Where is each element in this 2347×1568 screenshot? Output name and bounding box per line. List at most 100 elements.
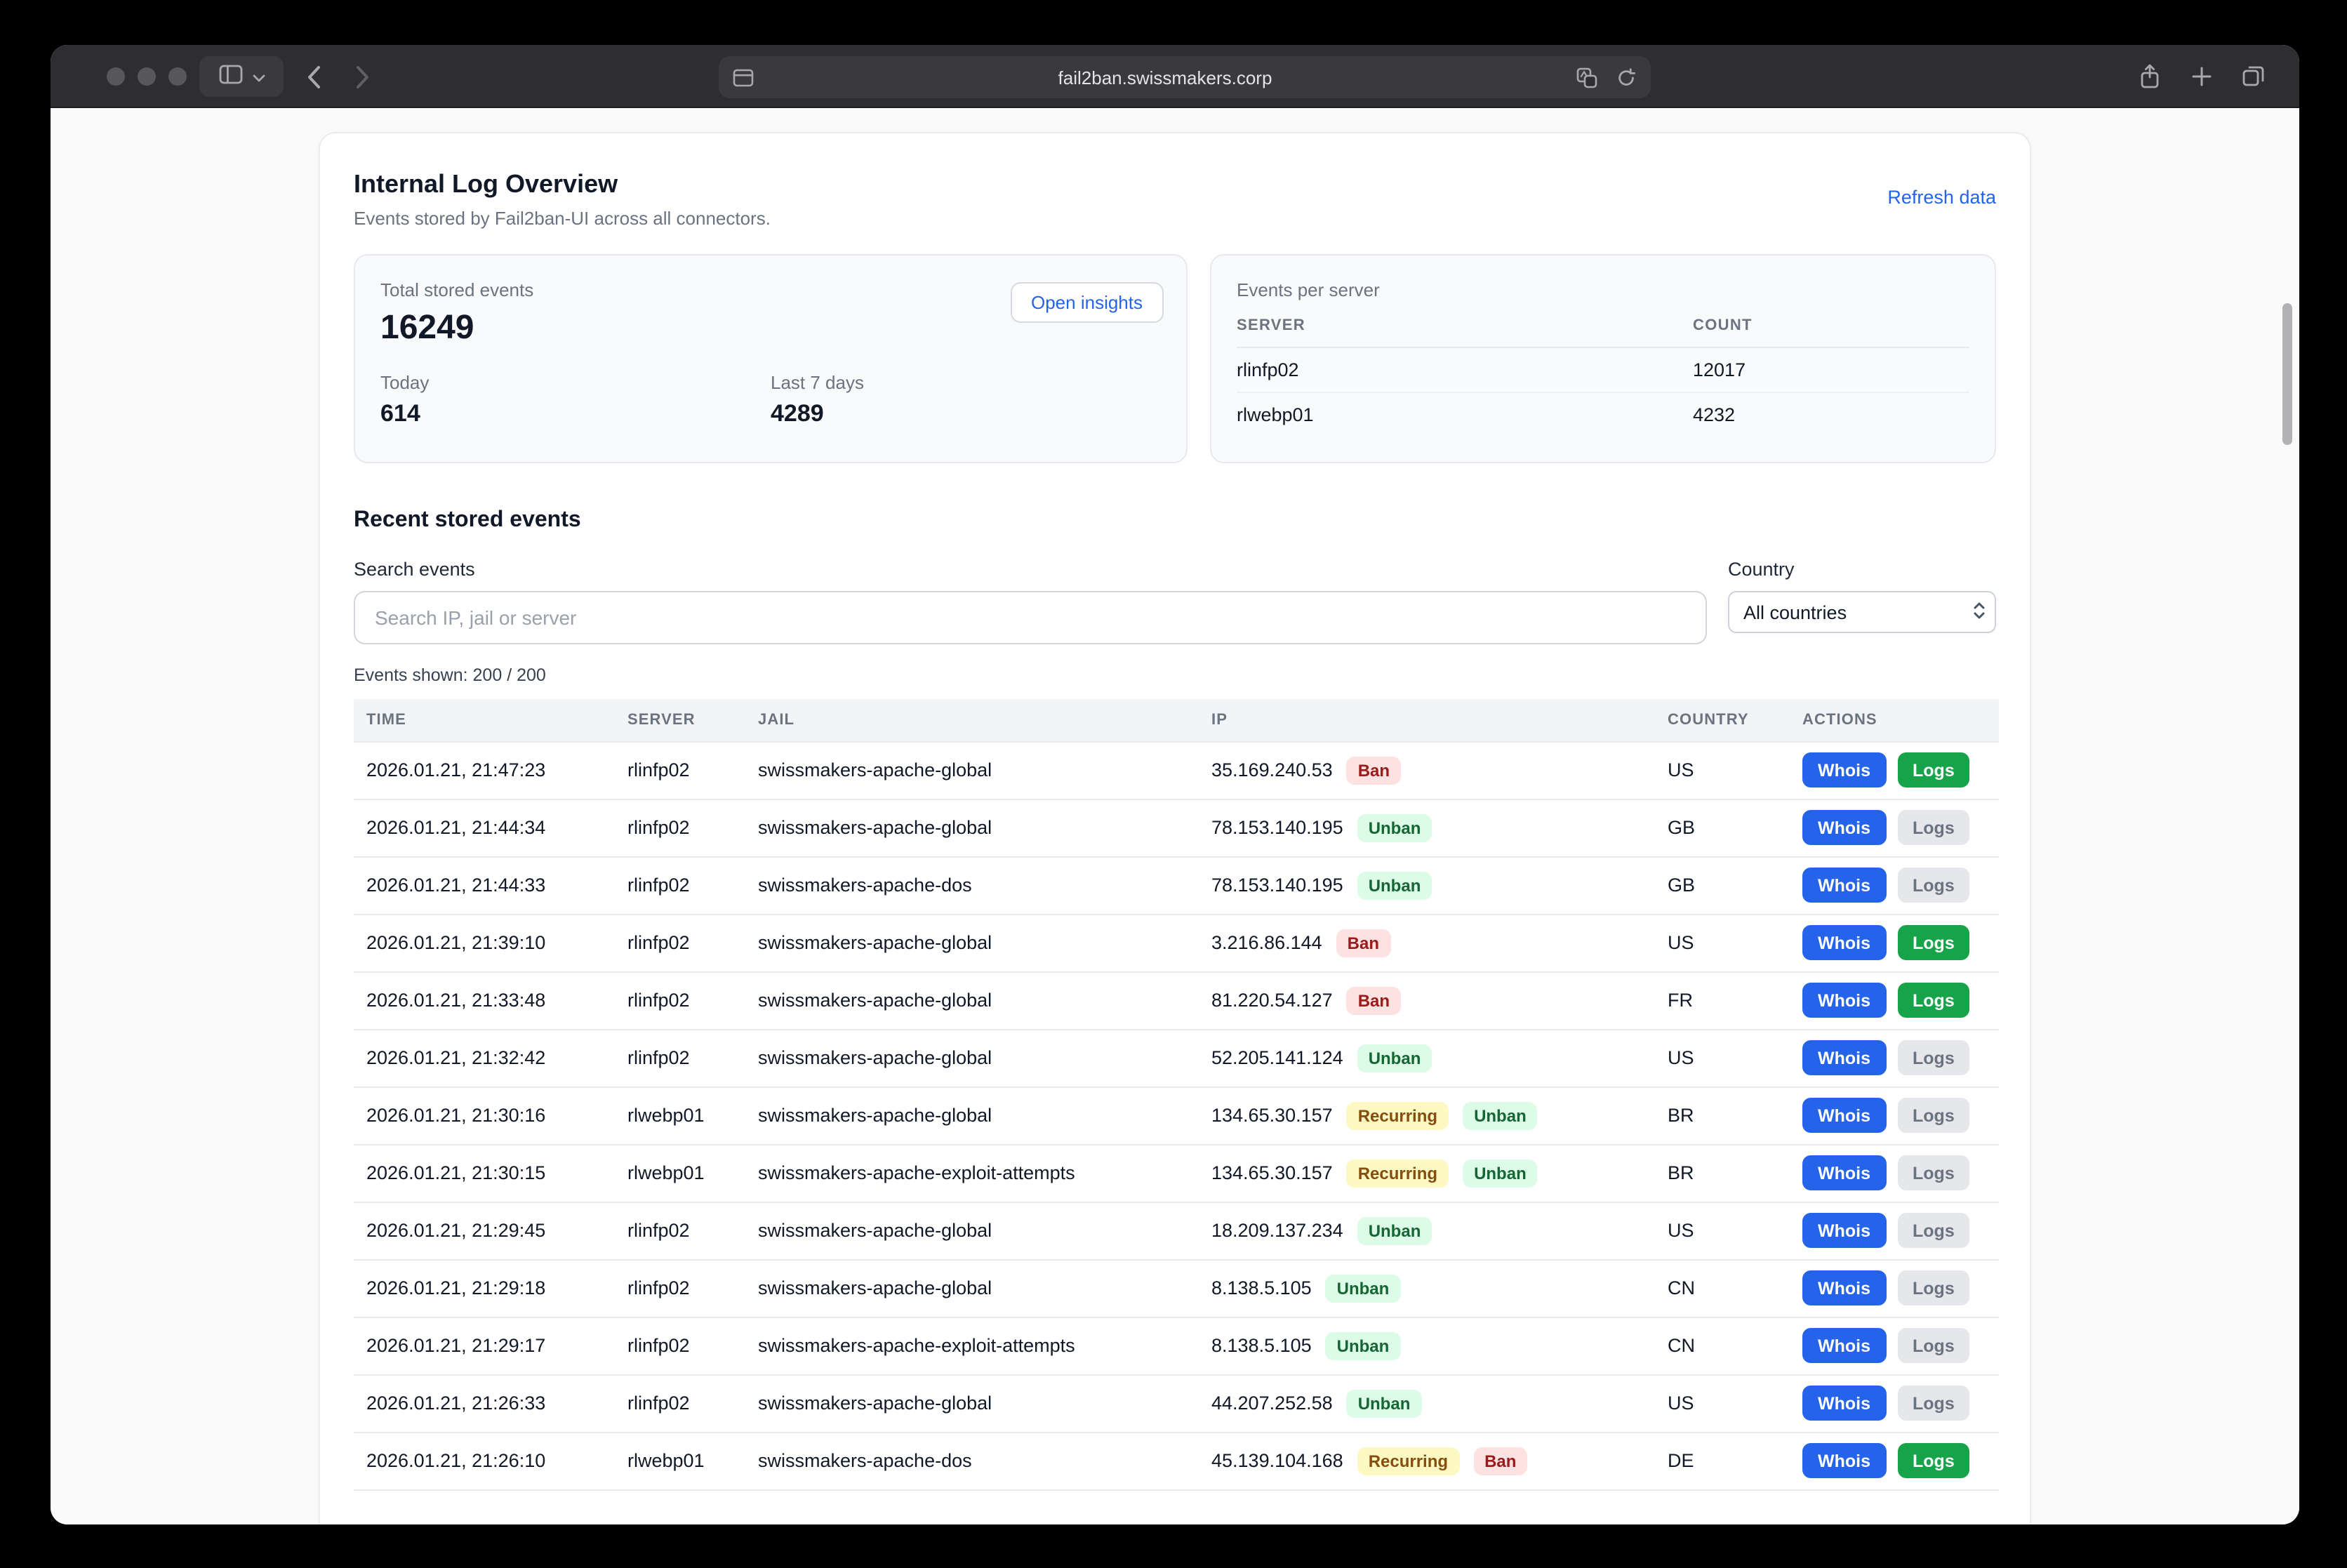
event-row: 2026.01.21, 21:29:45rlinfp02swissmakers-… bbox=[354, 1202, 1999, 1259]
event-actions-cell: Whois Logs bbox=[1802, 1202, 1999, 1259]
event-server-cell: rlinfp02 bbox=[627, 1259, 758, 1317]
event-ip: 18.209.137.234 bbox=[1211, 1220, 1343, 1241]
event-jail-cell: swissmakers-apache-global bbox=[758, 1029, 1211, 1087]
whois-button[interactable]: Whois bbox=[1802, 752, 1886, 788]
event-ip-cell: 45.139.104.168RecurringBan bbox=[1211, 1432, 1668, 1489]
event-server-cell: rlinfp02 bbox=[627, 914, 758, 971]
event-ip: 134.65.30.157 bbox=[1211, 1105, 1333, 1126]
event-country-cell: DE bbox=[1668, 1432, 1802, 1489]
logs-button[interactable]: Logs bbox=[1897, 868, 1970, 903]
logs-button[interactable]: Logs bbox=[1897, 1386, 1970, 1421]
share-icon[interactable] bbox=[2138, 63, 2162, 90]
close-button[interactable] bbox=[107, 67, 125, 86]
whois-button[interactable]: Whois bbox=[1802, 1328, 1886, 1363]
logs-button[interactable]: Logs bbox=[1897, 1040, 1970, 1075]
event-server-cell: rlwebp01 bbox=[627, 1087, 758, 1144]
event-jail-cell: swissmakers-apache-dos bbox=[758, 1432, 1211, 1489]
event-actions-cell: Whois Logs bbox=[1802, 1317, 1999, 1374]
chevron-down-icon bbox=[252, 66, 265, 87]
sidebar-icon bbox=[218, 65, 242, 88]
minimize-button[interactable] bbox=[138, 67, 156, 86]
today-value: 614 bbox=[380, 400, 771, 428]
event-country-cell: FR bbox=[1668, 971, 1802, 1029]
new-tab-icon[interactable] bbox=[2191, 66, 2212, 87]
zoom-button[interactable] bbox=[168, 67, 187, 86]
whois-button[interactable]: Whois bbox=[1802, 1386, 1886, 1421]
event-row: 2026.01.21, 21:30:16rlwebp01swissmakers-… bbox=[354, 1087, 1999, 1144]
event-row: 2026.01.21, 21:32:42rlinfp02swissmakers-… bbox=[354, 1029, 1999, 1087]
sidebar-toggle-button[interactable] bbox=[199, 56, 284, 97]
translate-icon[interactable] bbox=[1576, 67, 1597, 88]
event-country-cell: US bbox=[1668, 1374, 1802, 1432]
address-bar[interactable]: fail2ban.swissmakers.corp bbox=[719, 56, 1651, 98]
whois-button[interactable]: Whois bbox=[1802, 1155, 1886, 1190]
forward-button[interactable] bbox=[355, 64, 371, 89]
logs-button[interactable]: Logs bbox=[1897, 752, 1970, 788]
open-insights-button[interactable]: Open insights bbox=[1010, 282, 1164, 323]
event-time-cell: 2026.01.21, 21:39:10 bbox=[354, 914, 627, 971]
whois-button[interactable]: Whois bbox=[1802, 925, 1886, 960]
logs-button[interactable]: Logs bbox=[1897, 925, 1970, 960]
scrollbar-thumb[interactable] bbox=[2282, 303, 2292, 445]
event-ip-cell: 3.216.86.144Ban bbox=[1211, 914, 1668, 971]
whois-button[interactable]: Whois bbox=[1802, 1098, 1886, 1133]
event-ip: 78.153.140.195 bbox=[1211, 817, 1343, 838]
event-ip-cell: 8.138.5.105Unban bbox=[1211, 1259, 1668, 1317]
event-actions-cell: Whois Logs bbox=[1802, 1259, 1999, 1317]
status-badge-recurring: Recurring bbox=[1347, 1159, 1449, 1187]
logs-button[interactable]: Logs bbox=[1897, 1098, 1970, 1133]
event-jail-cell: swissmakers-apache-global bbox=[758, 1202, 1211, 1259]
event-jail-cell: swissmakers-apache-exploit-attempts bbox=[758, 1144, 1211, 1202]
whois-button[interactable]: Whois bbox=[1802, 868, 1886, 903]
server-count-table: SERVER COUNT rlinfp02 12017 rlwebp01 423… bbox=[1237, 317, 1969, 437]
back-button[interactable] bbox=[306, 64, 321, 89]
whois-button[interactable]: Whois bbox=[1802, 983, 1886, 1018]
count-column-header: COUNT bbox=[1693, 317, 1969, 334]
search-input[interactable] bbox=[354, 591, 1707, 644]
whois-button[interactable]: Whois bbox=[1802, 1443, 1886, 1478]
logs-button[interactable]: Logs bbox=[1897, 983, 1970, 1018]
events-table-header-row: TIME SERVER JAIL IP COUNTRY ACTIONS bbox=[354, 699, 1999, 741]
status-badge-unban: Unban bbox=[1357, 813, 1432, 842]
whois-button[interactable]: Whois bbox=[1802, 810, 1886, 845]
logs-button[interactable]: Logs bbox=[1897, 1443, 1970, 1478]
week-value: 4289 bbox=[771, 400, 1161, 428]
status-badge-unban: Unban bbox=[1357, 871, 1432, 899]
country-select[interactable]: All countries bbox=[1728, 591, 1996, 633]
reload-icon[interactable] bbox=[1616, 67, 1637, 88]
event-ip: 45.139.104.168 bbox=[1211, 1450, 1343, 1471]
refresh-data-link[interactable]: Refresh data bbox=[1887, 187, 1996, 208]
events-table: TIME SERVER JAIL IP COUNTRY ACTIONS 2026… bbox=[354, 699, 1999, 1490]
event-actions-cell: Whois Logs bbox=[1802, 971, 1999, 1029]
whois-button[interactable]: Whois bbox=[1802, 1040, 1886, 1075]
whois-button[interactable]: Whois bbox=[1802, 1213, 1886, 1248]
event-jail-cell: swissmakers-apache-global bbox=[758, 799, 1211, 856]
event-actions-cell: Whois Logs bbox=[1802, 1144, 1999, 1202]
week-label: Last 7 days bbox=[771, 372, 1161, 393]
event-actions-cell: Whois Logs bbox=[1802, 741, 1999, 799]
event-server-cell: rlinfp02 bbox=[627, 799, 758, 856]
status-badge-unban: Unban bbox=[1326, 1331, 1401, 1360]
event-ip: 35.169.240.53 bbox=[1211, 759, 1333, 780]
event-jail-cell: swissmakers-apache-dos bbox=[758, 856, 1211, 914]
tab-overview-icon[interactable] bbox=[2242, 65, 2266, 88]
logs-button[interactable]: Logs bbox=[1897, 1328, 1970, 1363]
status-badge-unban: Unban bbox=[1357, 1044, 1432, 1072]
logs-button[interactable]: Logs bbox=[1897, 1213, 1970, 1248]
event-row: 2026.01.21, 21:29:18rlinfp02swissmakers-… bbox=[354, 1259, 1999, 1317]
main-panel: Internal Log Overview Events stored by F… bbox=[319, 132, 2031, 1524]
logs-button[interactable]: Logs bbox=[1897, 1270, 1970, 1305]
event-actions-cell: Whois Logs bbox=[1802, 799, 1999, 856]
event-time-cell: 2026.01.21, 21:33:48 bbox=[354, 971, 627, 1029]
col-header-server: SERVER bbox=[627, 699, 758, 741]
event-server-cell: rlinfp02 bbox=[627, 1202, 758, 1259]
whois-button[interactable]: Whois bbox=[1802, 1270, 1886, 1305]
event-ip-cell: 35.169.240.53Ban bbox=[1211, 741, 1668, 799]
server-column-header: SERVER bbox=[1237, 317, 1693, 334]
event-time-cell: 2026.01.21, 21:29:18 bbox=[354, 1259, 627, 1317]
logs-button[interactable]: Logs bbox=[1897, 810, 1970, 845]
event-row: 2026.01.21, 21:33:48rlinfp02swissmakers-… bbox=[354, 971, 1999, 1029]
status-badge-unban: Unban bbox=[1463, 1101, 1538, 1129]
recent-events-title: Recent stored events bbox=[354, 508, 1996, 533]
logs-button[interactable]: Logs bbox=[1897, 1155, 1970, 1190]
